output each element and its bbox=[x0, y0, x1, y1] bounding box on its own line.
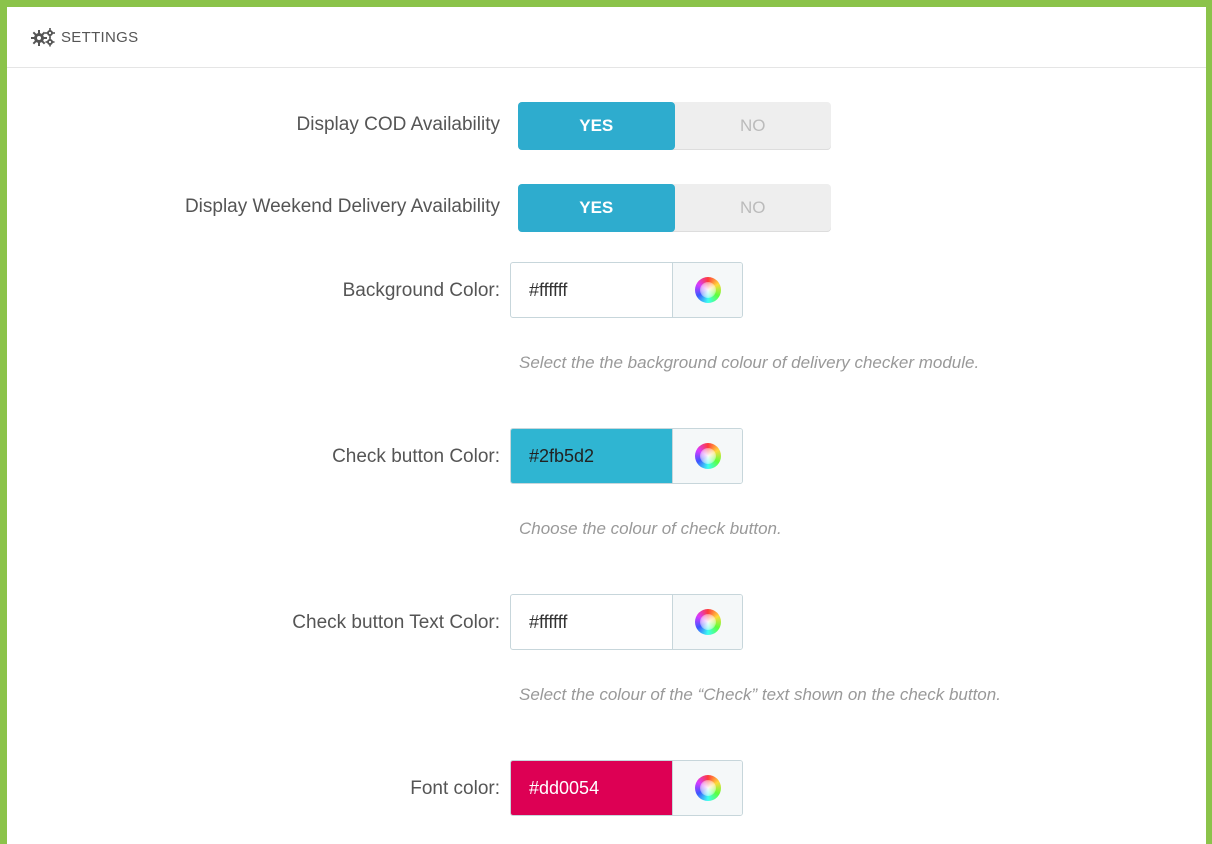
panel-title: SETTINGS bbox=[61, 28, 139, 46]
check-button-color-picker-button[interactable] bbox=[673, 429, 742, 483]
check-button-text-color-row: Check button Text Color: #ffffff Select … bbox=[0, 594, 1212, 714]
check-button-text-color-label: Check button Text Color: bbox=[292, 612, 500, 633]
background-color-row: Background Color: #ffffff Select the the… bbox=[0, 262, 1212, 382]
check-button-text-color-help: Select the colour of the “Check” text sh… bbox=[519, 685, 1001, 704]
background-color-label: Background Color: bbox=[342, 280, 500, 301]
weekend-row: Display Weekend Delivery Availability YE… bbox=[0, 183, 1212, 233]
weekend-yes-option[interactable]: YES bbox=[518, 184, 675, 232]
color-wheel-icon bbox=[694, 775, 721, 801]
panel-heading: SETTINGS bbox=[7, 7, 1206, 68]
cod-switch[interactable]: YES NO bbox=[518, 102, 831, 150]
background-color-field[interactable]: #ffffff bbox=[511, 263, 673, 317]
weekend-label: Display Weekend Delivery Availability bbox=[184, 196, 500, 217]
color-wheel-icon bbox=[694, 443, 721, 469]
color-wheel-icon bbox=[694, 277, 721, 303]
check-button-text-color-picker-button[interactable] bbox=[673, 595, 742, 649]
font-color-field[interactable]: #dd0054 bbox=[511, 761, 673, 815]
check-button-text-color-input-group: #ffffff bbox=[510, 594, 743, 650]
background-color-picker-button[interactable] bbox=[673, 263, 742, 317]
background-color-help: Select the the background colour of deli… bbox=[519, 353, 980, 372]
font-color-row: Font color: #dd0054 bbox=[0, 760, 1212, 820]
cogs-icon bbox=[31, 27, 57, 47]
cod-row: Display COD Availability YES NO bbox=[0, 101, 1212, 151]
check-button-color-input-group: #2fb5d2 bbox=[510, 428, 743, 484]
check-button-color-field[interactable]: #2fb5d2 bbox=[511, 429, 673, 483]
cod-yes-option[interactable]: YES bbox=[518, 102, 675, 150]
font-color-picker-button[interactable] bbox=[673, 761, 742, 815]
check-button-color-label: Check button Color: bbox=[332, 446, 500, 467]
check-button-text-color-field[interactable]: #ffffff bbox=[511, 595, 673, 649]
cod-label: Display COD Availability bbox=[296, 114, 500, 135]
check-button-color-row: Check button Color: #2fb5d2 Choose the c… bbox=[0, 428, 1212, 548]
check-button-color-help: Choose the colour of check button. bbox=[519, 519, 782, 538]
background-color-input-group: #ffffff bbox=[510, 262, 743, 318]
font-color-label: Font color: bbox=[410, 778, 500, 799]
weekend-no-option[interactable]: NO bbox=[675, 184, 832, 232]
cod-no-option[interactable]: NO bbox=[675, 102, 832, 150]
weekend-switch[interactable]: YES NO bbox=[518, 184, 831, 232]
color-wheel-icon bbox=[694, 609, 721, 635]
font-color-input-group: #dd0054 bbox=[510, 760, 743, 816]
